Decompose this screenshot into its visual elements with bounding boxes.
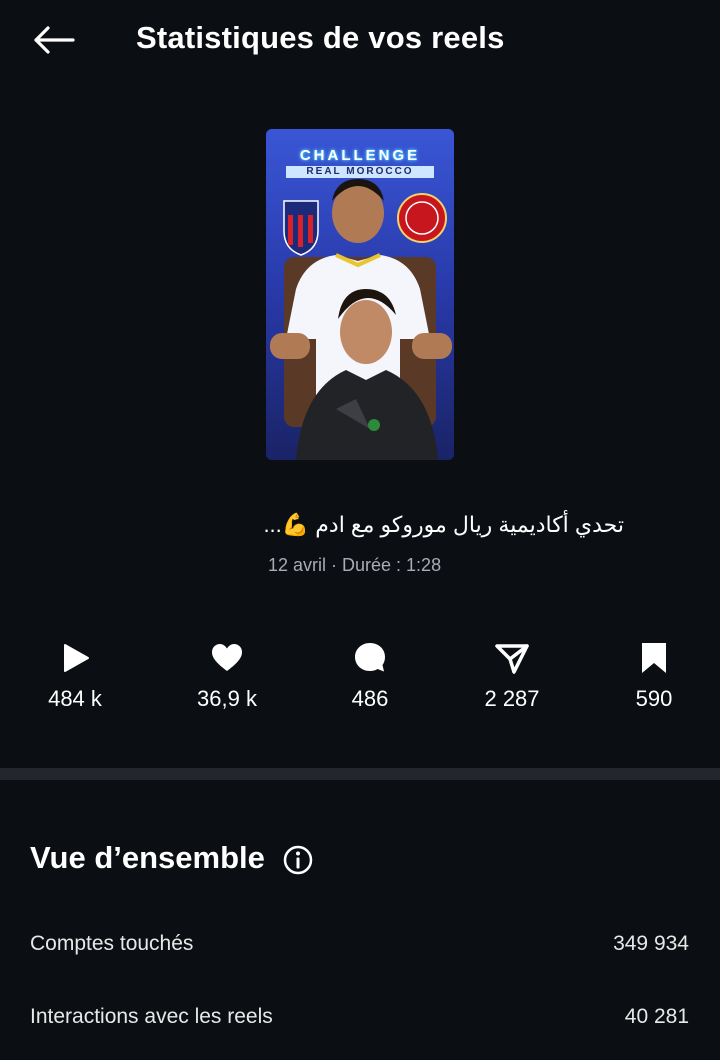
header: Statistiques de vos reels [0, 0, 720, 80]
info-icon[interactable] [282, 844, 314, 876]
heart-icon [212, 644, 242, 671]
page-title: Statistiques de vos reels [136, 20, 505, 55]
stat-value: 590 [635, 686, 673, 711]
overview-title: Vue d’ensemble [30, 840, 265, 875]
section-divider [0, 768, 720, 780]
stat-comments: 486 [300, 640, 440, 712]
stat-value: 484 k [48, 686, 102, 711]
play-icon [64, 644, 89, 672]
comment-icon [355, 643, 385, 672]
reel-thumbnail[interactable]: CHALLENGE REAL MOROCCO [266, 129, 454, 460]
accounts-reached-value: 349 934 [613, 932, 689, 955]
bookmark-icon [642, 643, 666, 673]
share-icon [495, 644, 529, 674]
stat-saves: 590 [584, 640, 720, 712]
back-button[interactable] [28, 18, 78, 62]
stat-value: 36,9 k [197, 686, 257, 711]
thumbnail-title: CHALLENGE [299, 147, 421, 164]
reel-caption: تحدي أكاديمية ريال موروكو مع ادم 💪... [263, 512, 624, 537]
reel-interactions-value: 40 281 [624, 1005, 689, 1028]
stat-shares: 2 287 [442, 640, 582, 712]
stat-likes: 36,9 k [157, 640, 297, 712]
thumbnail-subtitle: REAL MOROCCO [286, 166, 434, 178]
stat-plays: 484 k [5, 640, 145, 712]
arrow-left-icon [34, 26, 75, 54]
reel-meta: 12 avril · Durée : 1:28 [268, 555, 442, 575]
reel-interactions-label: Interactions avec les reels [30, 1005, 273, 1028]
accounts-reached-label: Comptes touchés [30, 932, 194, 955]
stat-value: 486 [351, 686, 389, 711]
thumbnail-artwork [266, 129, 454, 460]
stat-value: 2 287 [484, 686, 540, 711]
